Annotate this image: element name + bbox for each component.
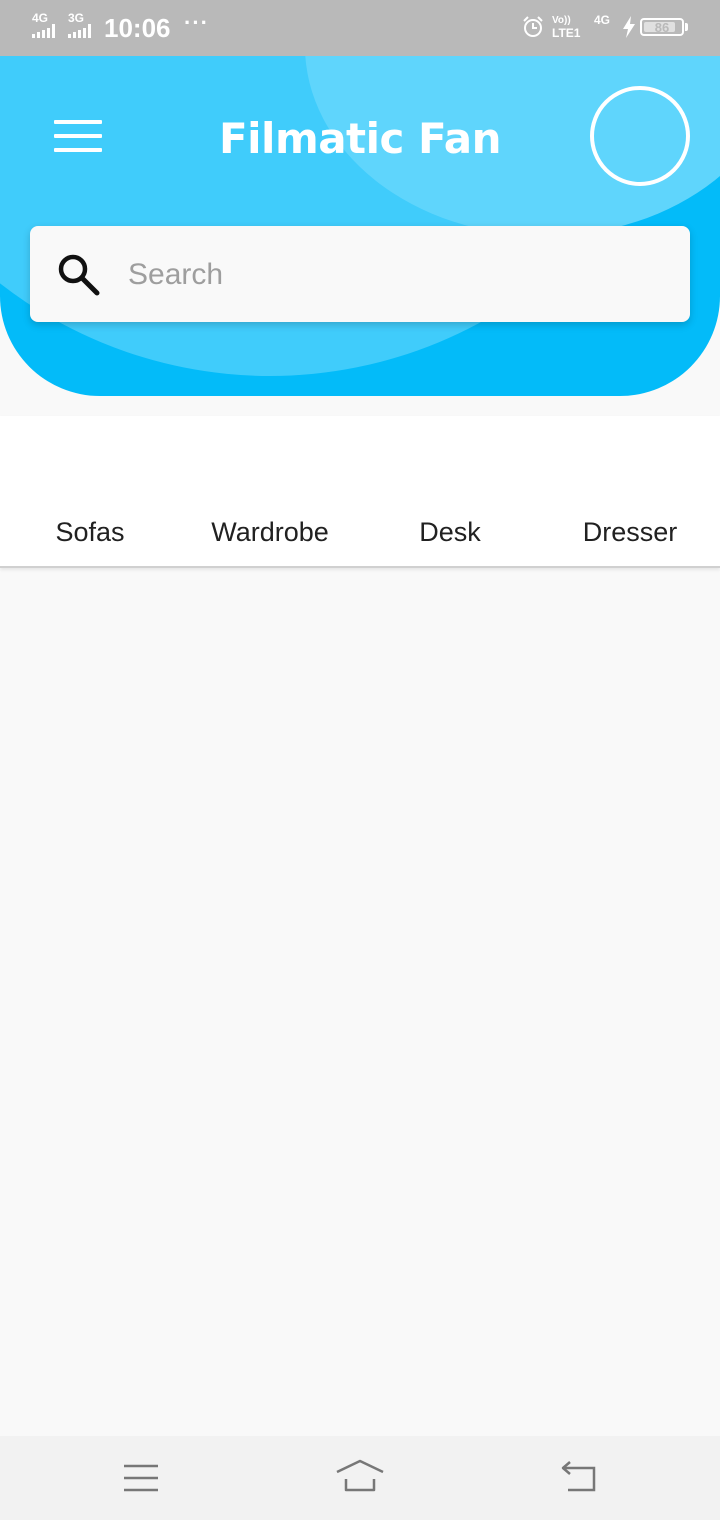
search-input[interactable] [126,250,670,300]
clock: 10:06 [104,13,171,43]
signal-strength-icon [32,24,55,38]
status-bar: 4G 3G 10:06 ··· Vo)) LTE1 4G 86 [0,0,720,56]
tab-dresser[interactable]: Dresser [540,512,720,552]
search-icon [58,254,100,296]
avatar[interactable] [590,86,690,186]
network-type-2: 3G [68,11,85,25]
home-icon[interactable] [335,1456,385,1500]
back-icon[interactable] [554,1456,604,1500]
system-navigation-bar [0,1436,720,1520]
charging-bolt-icon [623,16,635,38]
network-type-1: 4G [32,11,49,25]
tab-sofas[interactable]: Sofas [0,512,180,552]
tab-desk[interactable]: Desk [360,512,540,552]
battery-tip [685,23,688,31]
volte-indicator: Vo)) LTE1 [552,15,581,40]
category-tabs: Sofas Wardrobe Desk Dresser [0,416,720,568]
more-notifications-icon: ··· [184,10,209,35]
battery-level: 86 [654,19,670,35]
network-type-3: 4G [594,13,611,27]
signal-strength-icon-2 [68,24,91,38]
battery-icon: 86 [640,18,684,36]
search-bar[interactable] [30,226,690,322]
content-area [0,568,720,1436]
alarm-icon [523,16,543,37]
tab-wardrobe[interactable]: Wardrobe [180,512,360,552]
recent-apps-icon[interactable] [116,1456,166,1500]
